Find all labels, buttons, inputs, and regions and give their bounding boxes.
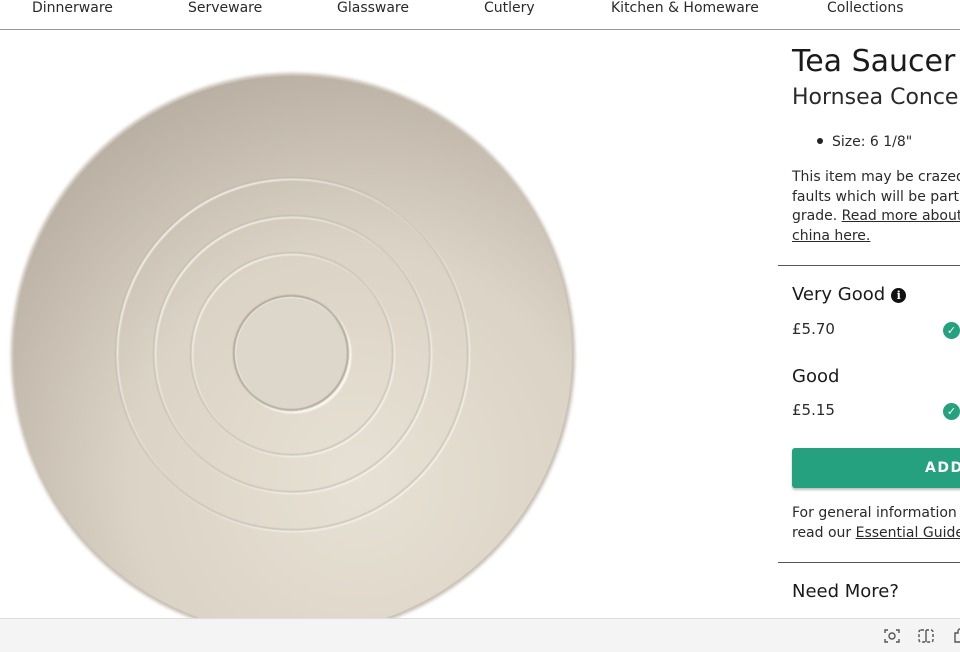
main-nav: Dinnerware Serveware Glassware Cutlery K… [0, 0, 960, 30]
note-line-2: faults which will be partic [792, 188, 960, 205]
read-more-link-continued[interactable]: china here. [792, 228, 870, 244]
nav-item-glassware[interactable]: Glassware [337, 0, 409, 17]
section-divider [778, 562, 960, 563]
nav-item-kitchen-homeware[interactable]: Kitchen & Homeware [611, 0, 759, 17]
need-more-heading: Need More? [792, 581, 899, 602]
grade-very-good: Very Good i [792, 284, 907, 305]
product-details: Tea Saucer Hornsea Concep Size: 6 1/8" T… [778, 30, 960, 618]
saucer-center [236, 298, 346, 408]
nav-item-collections[interactable]: Collections [827, 0, 904, 17]
screenshot-icon[interactable] [883, 627, 901, 645]
guide-line-1: For general information o [792, 505, 960, 521]
add-to-basket-button[interactable]: ADD [792, 448, 960, 488]
saucer-illustration [11, 73, 575, 618]
guide-line-2: read our Essential Guide. [792, 524, 960, 544]
grade-very-good-price: £5.70 [792, 320, 835, 338]
check-icon[interactable]: ✓ [943, 322, 960, 339]
product-image[interactable] [0, 30, 760, 618]
product-collection: Hornsea Concep [792, 85, 960, 110]
essential-guide-link[interactable]: Essential Guide [856, 525, 960, 541]
info-icon[interactable]: i [891, 288, 907, 303]
guide-note: For general information o read our Essen… [792, 504, 960, 543]
split-view-icon[interactable] [917, 627, 935, 645]
condition-note: This item may be crazed faults which wil… [792, 168, 960, 246]
note-line-1: This item may be crazed [792, 169, 960, 185]
browser-bottom-bar [0, 618, 960, 652]
grade-good-price: £5.15 [792, 401, 835, 419]
grade-good-label: Good [792, 366, 840, 387]
note-line-4: china here. [792, 227, 960, 247]
nav-item-cutlery[interactable]: Cutlery [484, 0, 535, 17]
nav-item-serveware[interactable]: Serveware [188, 0, 262, 17]
note-line-3-text: grade. [792, 208, 842, 224]
section-divider [778, 265, 960, 266]
product-size-text: Size: 6 1/8" [832, 134, 913, 150]
bullet-icon [817, 138, 823, 144]
grade-very-good-label: Very Good [792, 284, 886, 305]
note-line-3: grade. Read more about [792, 207, 960, 227]
nav-item-dinnerware[interactable]: Dinnerware [32, 0, 113, 17]
extension-icon[interactable] [951, 627, 960, 645]
product-size: Size: 6 1/8" [792, 134, 912, 150]
product-title: Tea Saucer [792, 44, 956, 79]
guide-line-2-text: read our [792, 524, 856, 541]
check-icon[interactable]: ✓ [943, 403, 960, 420]
read-more-link[interactable]: Read more about [842, 208, 960, 224]
